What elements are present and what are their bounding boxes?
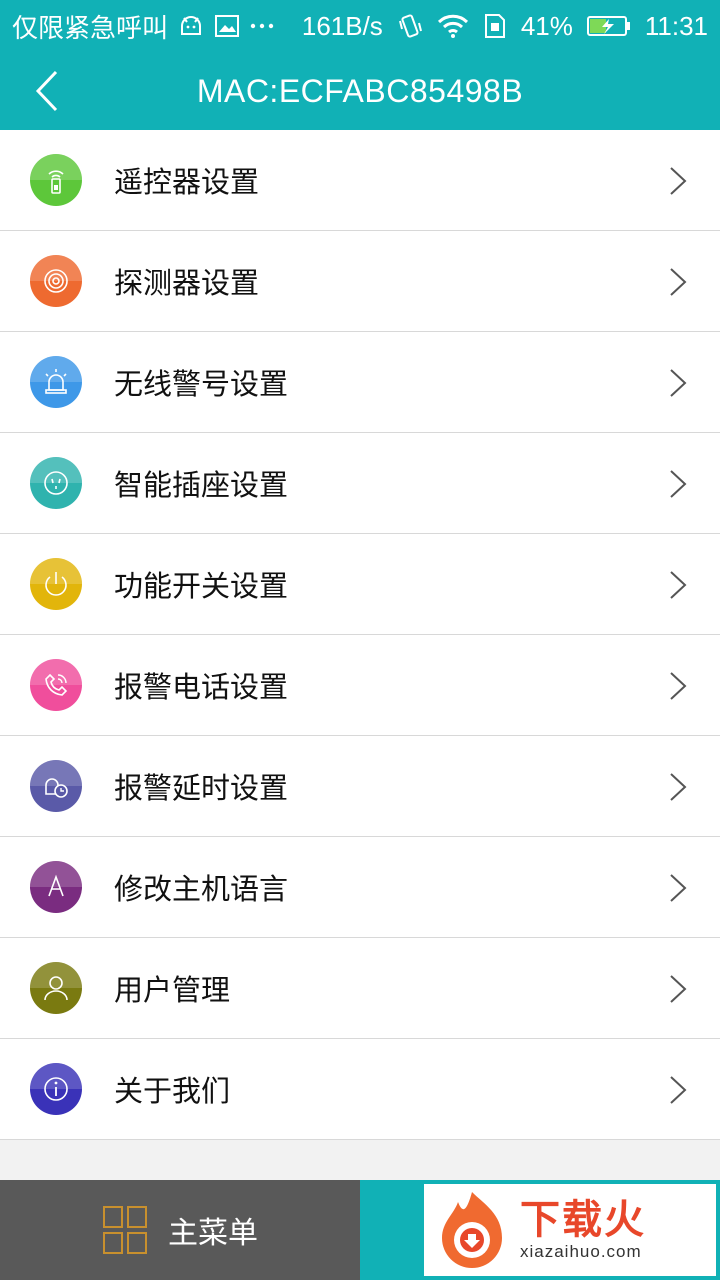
tab-main-menu[interactable]: 主菜单 (0, 1180, 360, 1280)
vibrate-icon (397, 13, 423, 39)
menu-item-alarm-delay[interactable]: 报警延时设置 (0, 736, 720, 837)
image-icon (214, 14, 240, 38)
watermark-url: xiazaihuo.com (520, 1242, 642, 1261)
chevron-right-icon (670, 1076, 687, 1104)
menu-item-label: 功能开关设置 (114, 569, 289, 603)
clock-time: 11:31 (644, 10, 708, 41)
chevron-right-icon (670, 874, 687, 902)
tab-main-menu-label: 主菜单 (168, 1216, 258, 1251)
battery-percent: 41% (520, 10, 573, 41)
menu-item-label: 修改主机语言 (114, 872, 289, 906)
chevron-right-icon (670, 672, 687, 700)
remote-icon (30, 154, 82, 206)
settings-menu-list: 遥控器设置 探测器设置 无线警号设置 智能插座设置 功能开关设置 报警电话设置 … (0, 130, 720, 1140)
bottom-tab-bar: 主菜单 下载火 xiazaihuo.com (0, 1180, 720, 1280)
menu-item-user-management[interactable]: 用户管理 (0, 938, 720, 1039)
chevron-right-icon (670, 369, 687, 397)
socket-icon (30, 457, 82, 509)
watermark-logo: 下载火 xiazaihuo.com (424, 1184, 716, 1276)
menu-item-power-switch[interactable]: 功能开关设置 (0, 534, 720, 635)
chevron-left-icon (35, 70, 58, 112)
chevron-right-icon (670, 975, 687, 1003)
back-button[interactable] (22, 66, 72, 116)
language-icon (30, 861, 82, 913)
menu-item-label: 探测器设置 (114, 266, 260, 300)
chevron-right-icon (670, 571, 687, 599)
power-icon (30, 558, 82, 610)
carrier-text: 仅限紧急呼叫 (12, 12, 169, 43)
menu-item-siren[interactable]: 无线警号设置 (0, 332, 720, 433)
tab-secondary[interactable]: 下载火 xiazaihuo.com (360, 1180, 720, 1280)
info-icon (30, 1063, 82, 1115)
sim-icon (483, 13, 507, 39)
menu-item-label: 报警延时设置 (114, 771, 289, 805)
flame-logo-icon (442, 1192, 502, 1268)
menu-item-label: 关于我们 (114, 1074, 231, 1108)
menu-item-label: 报警电话设置 (114, 670, 289, 704)
user-icon (30, 962, 82, 1014)
chevron-right-icon (670, 470, 687, 498)
page-title: MAC:ECFABC85498B (196, 72, 524, 109)
menu-item-language[interactable]: 修改主机语言 (0, 837, 720, 938)
more-icon (250, 22, 274, 30)
menu-item-label: 无线警号设置 (114, 367, 289, 401)
android-icon (178, 14, 204, 38)
chevron-right-icon (670, 268, 687, 296)
menu-item-label: 智能插座设置 (114, 468, 289, 502)
grid-icon (103, 1206, 147, 1254)
menu-item-label: 遥控器设置 (114, 165, 260, 199)
network-speed: 161B/s (301, 10, 383, 41)
wifi-icon (437, 14, 469, 38)
delay-icon (30, 760, 82, 812)
menu-item-about-us[interactable]: 关于我们 (0, 1039, 720, 1140)
phone-icon (30, 659, 82, 711)
watermark-title: 下载火 (520, 1197, 646, 1243)
detector-icon (30, 255, 82, 307)
chevron-right-icon (670, 167, 687, 195)
menu-item-remote[interactable]: 遥控器设置 (0, 130, 720, 231)
title-bar: MAC:ECFABC85498B (0, 52, 720, 130)
siren-icon (30, 356, 82, 408)
battery-charging-icon (586, 15, 631, 37)
menu-item-socket[interactable]: 智能插座设置 (0, 433, 720, 534)
menu-item-alarm-phone[interactable]: 报警电话设置 (0, 635, 720, 736)
menu-item-detector[interactable]: 探测器设置 (0, 231, 720, 332)
status-bar: 仅限紧急呼叫 161B/s 41% 11:31 (0, 0, 720, 52)
menu-item-label: 用户管理 (114, 973, 231, 1007)
chevron-right-icon (670, 773, 687, 801)
